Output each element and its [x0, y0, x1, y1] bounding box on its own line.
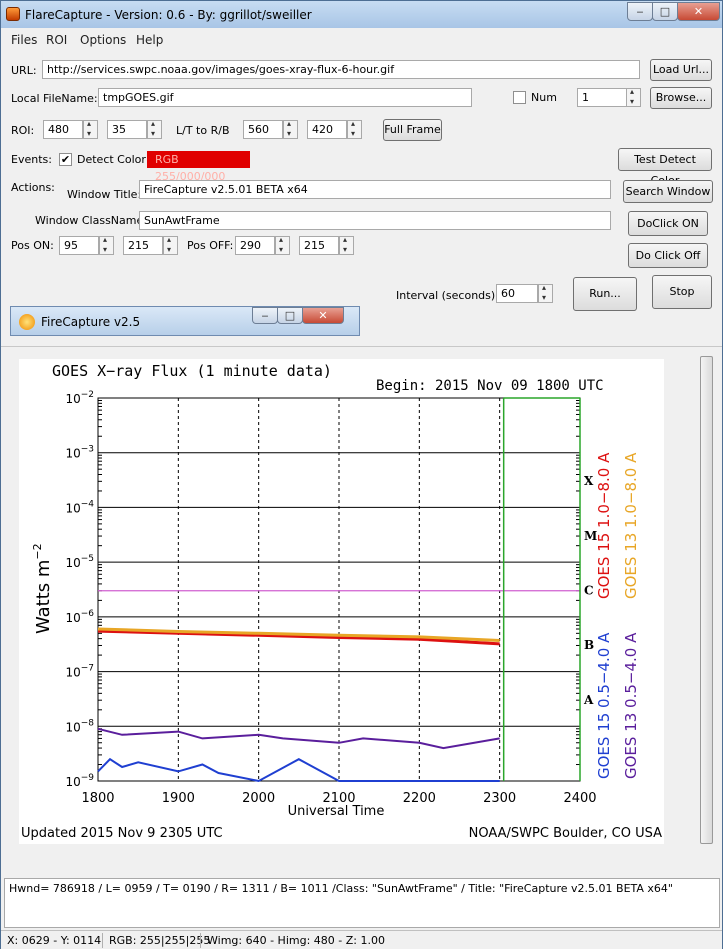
roi-b-spinner[interactable]: [347, 119, 362, 139]
menu-roi[interactable]: ROI: [46, 33, 67, 47]
window-title-label: Window Title:: [67, 188, 142, 201]
roi-b-input[interactable]: 420: [307, 120, 347, 139]
pos-off-x-input[interactable]: 290: [235, 236, 275, 255]
log-textarea[interactable]: Hwnd= 786918 / L= 0959 / T= 0190 / R= 13…: [4, 878, 720, 928]
num-spinner[interactable]: [626, 87, 641, 107]
flare-class-label: C: [584, 584, 594, 598]
num-label: Num: [531, 91, 557, 104]
interval-label: Interval (seconds):: [396, 289, 499, 302]
local-filename-input[interactable]: tmpGOES.gif: [98, 88, 472, 107]
close-button[interactable]: ✕: [677, 2, 720, 21]
x-tick-label: 1900: [162, 791, 195, 806]
legend-entry: GOES 13 0.5−4.0 A: [622, 632, 640, 779]
status-rgb: RGB: 255|255|255: [109, 934, 211, 947]
x-tick-label: 2200: [403, 791, 436, 806]
pos-off-y-spinner[interactable]: [339, 235, 354, 255]
title-bar: FlareCapture - Version: 0.6 - By: ggrill…: [1, 1, 722, 28]
browse-button[interactable]: Browse...: [650, 87, 712, 109]
detect-color-checkbox[interactable]: ✔: [59, 153, 72, 166]
roi-y-spinner[interactable]: [147, 119, 162, 139]
menu-help[interactable]: Help: [136, 33, 163, 47]
x-tick-label: 2300: [483, 791, 516, 806]
maximize-button[interactable]: □: [652, 2, 678, 21]
pos-on-x-spinner[interactable]: [99, 235, 114, 255]
horizontal-scrollbar[interactable]: [4, 858, 694, 870]
flare-class-label: X: [584, 474, 594, 488]
num-input[interactable]: 1: [577, 88, 627, 107]
window-classname-label: Window ClassName:: [35, 214, 147, 227]
subwindow-title: FireCapture v2.5: [41, 315, 141, 329]
url-label: URL:: [11, 64, 37, 77]
chart-title: GOES X−ray Flux (1 minute data): [52, 362, 332, 380]
doclick-off-button[interactable]: Do Click Off: [628, 243, 708, 268]
search-window-button[interactable]: Search Window: [623, 180, 713, 203]
window-classname-input[interactable]: SunAwtFrame: [139, 211, 611, 230]
roi-x-input[interactable]: 480: [43, 120, 83, 139]
doclick-on-button[interactable]: DoClick ON: [628, 211, 708, 236]
status-bar: X: 0629 - Y: 0114 RGB: 255|255|255 Wimg:…: [1, 930, 722, 949]
flare-class-label: B: [584, 638, 594, 652]
x-tick-label: 2000: [242, 791, 275, 806]
url-input[interactable]: http://services.swpc.noaa.gov/images/goe…: [42, 60, 640, 79]
pos-off-x-spinner[interactable]: [275, 235, 290, 255]
test-detect-color-button[interactable]: Test Detect Color: [618, 148, 712, 187]
rgb-color-swatch: RGB 255/000/000: [147, 151, 250, 183]
pos-off-label: Pos OFF:: [187, 239, 234, 252]
actions-label: Actions:: [11, 181, 55, 194]
interval-spinner[interactable]: [538, 283, 553, 303]
legend-entry: GOES 15 1.0−8.0 A: [595, 452, 613, 599]
footer-right: NOAA/SWPC Boulder, CO USA: [469, 826, 662, 841]
subwindow-minimize-button[interactable]: ‒: [252, 307, 278, 324]
roi-x-spinner[interactable]: [83, 119, 98, 139]
footer-left: Updated 2015 Nov 9 2305 UTC: [21, 826, 223, 841]
legend-entry: GOES 13 1.0−8.0 A: [622, 452, 640, 599]
status-xy: X: 0629 - Y: 0114: [7, 934, 102, 947]
load-url-button[interactable]: Load Url...: [650, 59, 712, 81]
goes-xray-chart: GOES X−ray Flux (1 minute data) Begin: 2…: [19, 359, 664, 844]
menu-bar: Files ROI Options Help: [1, 30, 722, 50]
app-icon: [6, 7, 20, 21]
main-window: FlareCapture - Version: 0.6 - By: ggrill…: [0, 0, 723, 949]
menu-options[interactable]: Options: [80, 33, 126, 47]
pos-on-x-input[interactable]: 95: [59, 236, 99, 255]
roi-y-input[interactable]: 35: [107, 120, 147, 139]
x-axis-label: Universal Time: [288, 804, 385, 819]
x-tick-label: 2400: [563, 791, 596, 806]
window-title-input[interactable]: FireCapture v2.5.01 BETA x64: [139, 180, 611, 199]
num-checkbox[interactable]: [513, 91, 526, 104]
pos-on-label: Pos ON:: [11, 239, 54, 252]
roi-r-spinner[interactable]: [283, 119, 298, 139]
roi-r-input[interactable]: 560: [243, 120, 283, 139]
subwindow-maximize-button[interactable]: □: [277, 307, 303, 324]
local-filename-label: Local FileName:: [11, 92, 98, 105]
subwindow-close-button[interactable]: ✕: [302, 307, 344, 324]
full-frame-button[interactable]: Full Frame: [383, 119, 442, 141]
sun-icon: [19, 314, 35, 330]
window-title: FlareCapture - Version: 0.6 - By: ggrill…: [25, 8, 312, 22]
pos-on-y-input[interactable]: 215: [123, 236, 163, 255]
legend-entry: GOES 15 0.5−4.0 A: [595, 632, 613, 779]
events-label: Events:: [11, 153, 52, 166]
menu-files[interactable]: Files: [11, 33, 37, 47]
stop-button[interactable]: Stop: [652, 275, 712, 309]
x-tick-label: 1800: [81, 791, 114, 806]
minimize-button[interactable]: ‒: [627, 2, 653, 21]
status-size: Wimg: 640 - Himg: 480 - Z: 1.00: [207, 934, 385, 947]
chart-subtitle: Begin: 2015 Nov 09 1800 UTC: [376, 378, 604, 394]
vertical-scroll-thumb[interactable]: [700, 356, 713, 844]
pos-on-y-spinner[interactable]: [163, 235, 178, 255]
pos-off-y-input[interactable]: 215: [299, 236, 339, 255]
roi-label: ROI:: [11, 124, 35, 137]
detect-color-label: Detect Color: [77, 153, 146, 166]
firecapture-subwindow[interactable]: FireCapture v2.5 ‒ □ ✕: [10, 306, 360, 336]
ltrb-label: L/T to R/B: [176, 124, 230, 137]
run-button[interactable]: Run...: [573, 277, 637, 311]
log-text: Hwnd= 786918 / L= 0959 / T= 0190 / R= 13…: [9, 882, 673, 895]
flare-class-label: A: [583, 693, 594, 707]
interval-input[interactable]: 60: [496, 284, 538, 303]
